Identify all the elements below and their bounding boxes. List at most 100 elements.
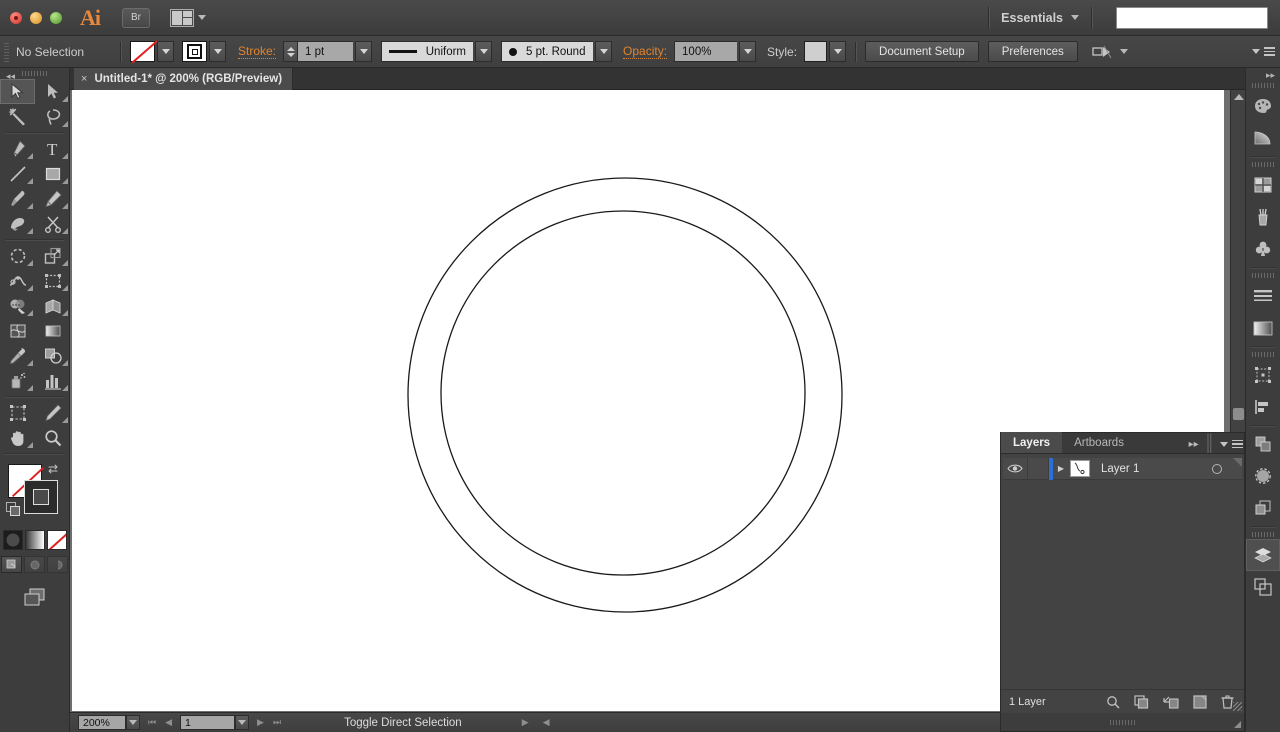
free-transform-tool[interactable] [35, 268, 70, 293]
chevron-down-icon[interactable] [1120, 49, 1128, 54]
dock-group-grip[interactable] [1246, 159, 1280, 169]
toggle-lock-button[interactable] [1027, 458, 1049, 480]
pen-tool[interactable] [0, 136, 35, 161]
zoom-level-value[interactable]: 200% [78, 715, 126, 730]
rectangle-tool[interactable] [35, 161, 70, 186]
panel-menu-icon[interactable] [1252, 45, 1270, 59]
color-button[interactable] [3, 530, 23, 550]
expand-dock-icon[interactable]: ▸▸ [1266, 70, 1275, 81]
blob-brush-tool[interactable] [0, 211, 35, 236]
gradient-button[interactable] [25, 530, 45, 550]
zoom-level-control[interactable]: 200% [78, 715, 140, 730]
pathfinder-panel-icon[interactable] [1246, 428, 1280, 460]
draw-behind-button[interactable] [24, 556, 45, 573]
maximize-window-button[interactable] [50, 12, 62, 24]
first-artboard-button[interactable]: ⏮ [148, 717, 156, 728]
document-setup-button[interactable]: Document Setup [865, 41, 979, 62]
blend-tool[interactable] [35, 343, 70, 368]
stroke-weight-label[interactable]: Stroke: [238, 44, 276, 59]
arrange-documents-button[interactable] [170, 9, 206, 27]
locate-object-icon[interactable] [1106, 695, 1120, 709]
opacity-value[interactable]: 100% [674, 41, 737, 62]
perspective-grid-tool[interactable] [35, 293, 70, 318]
scroll-up-button[interactable] [1231, 90, 1246, 104]
align-panel-icon[interactable] [1246, 391, 1280, 423]
close-window-button[interactable] [10, 12, 22, 24]
appearance-panel-icon[interactable] [1246, 492, 1280, 524]
slice-tool[interactable] [35, 400, 70, 425]
mesh-tool[interactable] [0, 318, 35, 343]
stroke-weight-value[interactable]: 1 pt [298, 41, 353, 62]
swatches-panel-icon[interactable] [1246, 169, 1280, 201]
opacity-label[interactable]: Opacity: [623, 44, 667, 59]
panel-bottom-grip[interactable] [1001, 713, 1244, 731]
scissors-tool[interactable] [35, 211, 70, 236]
table-row[interactable]: ▶ Layer 1 [1003, 458, 1242, 480]
panel-corner-grip[interactable] [1234, 721, 1241, 728]
minimize-window-button[interactable] [30, 12, 42, 24]
swap-fill-stroke-icon[interactable]: ⇄ [48, 462, 58, 476]
stroke-weight-stepper[interactable] [283, 41, 298, 62]
panel-menu-icon[interactable] [1220, 437, 1238, 451]
pencil-tool[interactable] [35, 186, 70, 211]
tools-panel-grip[interactable]: ◂◂ [0, 68, 69, 79]
stroke-weight-dropdown[interactable] [355, 41, 372, 62]
next-artboard-button[interactable]: ▶ [257, 717, 264, 728]
column-graph-tool[interactable] [35, 368, 70, 393]
opacity-control[interactable]: 100% [674, 41, 756, 62]
symbol-sprayer-tool[interactable] [0, 368, 35, 393]
brushes-panel-icon[interactable] [1246, 201, 1280, 233]
stroke-profile-control[interactable]: Uniform [381, 41, 492, 62]
dock-group-grip[interactable] [1246, 80, 1280, 90]
stroke-weight-control[interactable]: 1 pt [283, 41, 372, 62]
graphic-style-swatch[interactable] [804, 41, 827, 62]
fill-color-control[interactable] [130, 41, 174, 62]
create-new-layer-icon[interactable] [1193, 695, 1207, 709]
tab-artboards[interactable]: Artboards [1062, 432, 1136, 453]
resize-handle[interactable] [1233, 702, 1242, 711]
rotate-tool[interactable] [0, 243, 35, 268]
dock-group-grip[interactable] [1246, 349, 1280, 359]
brush-definition-dropdown[interactable] [595, 41, 612, 62]
transform-panel-icon[interactable] [1246, 359, 1280, 391]
color-guide-panel-icon[interactable] [1246, 122, 1280, 154]
target-indicator[interactable] [1204, 464, 1230, 474]
none-button[interactable] [47, 530, 67, 550]
preferences-button[interactable]: Preferences [988, 41, 1078, 62]
draw-normal-button[interactable] [1, 556, 22, 573]
brush-definition-value[interactable]: 5 pt. Round [501, 41, 593, 62]
symbols-panel-icon[interactable] [1246, 233, 1280, 265]
color-panel-icon[interactable] [1246, 90, 1280, 122]
zoom-level-dropdown[interactable] [126, 715, 140, 730]
dock-group-grip[interactable] [1246, 270, 1280, 280]
horizontal-scroll-left-button[interactable]: ◀ [543, 717, 550, 728]
artboard-number-value[interactable]: 1 [180, 715, 235, 730]
paintbrush-tool[interactable] [0, 186, 35, 211]
status-menu-button[interactable]: ▶ [522, 717, 529, 728]
go-to-bridge-button[interactable]: Br [122, 8, 150, 28]
graphic-style-dropdown[interactable] [829, 41, 846, 62]
close-document-icon[interactable]: × [81, 73, 87, 85]
previous-artboard-button[interactable]: ◀ [165, 717, 172, 728]
expand-layer-arrow[interactable]: ▶ [1053, 464, 1069, 473]
lasso-tool[interactable] [35, 104, 70, 129]
stroke-color-control[interactable] [182, 41, 226, 62]
document-tab[interactable]: × Untitled-1* @ 200% (RGB/Preview) [74, 68, 293, 90]
fill-swatch[interactable] [130, 41, 155, 62]
artboard-number-dropdown[interactable] [235, 715, 249, 730]
tab-layers[interactable]: Layers [1001, 432, 1062, 453]
dock-group-grip[interactable] [1246, 529, 1280, 539]
type-tool[interactable]: T [35, 136, 70, 161]
align-to-pixel-grid-icon[interactable] [1092, 44, 1112, 60]
last-artboard-button[interactable]: ⏭ [273, 717, 281, 728]
search-input[interactable] [1116, 7, 1268, 29]
draw-inside-button[interactable] [47, 556, 68, 573]
stroke-dropdown-button[interactable] [209, 41, 226, 62]
stroke-swatch[interactable] [182, 41, 207, 62]
collapse-panel-icon[interactable]: ▸▸ [1189, 439, 1199, 450]
stroke-color-indicator[interactable] [24, 480, 58, 514]
change-screen-mode-button[interactable] [0, 587, 69, 607]
artboard-number-control[interactable]: 1 [180, 715, 249, 730]
toggle-visibility-button[interactable] [1003, 463, 1027, 474]
control-bar-grip[interactable] [3, 42, 10, 62]
